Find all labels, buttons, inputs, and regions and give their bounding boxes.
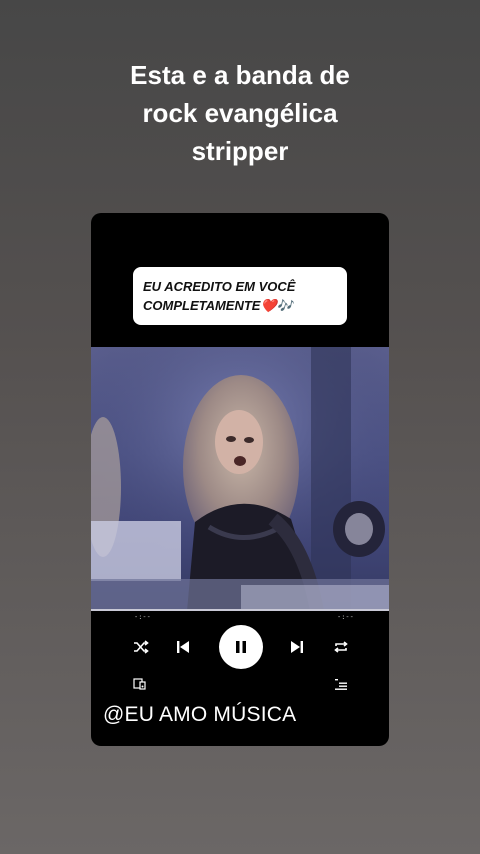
post-caption: Esta e a banda de rock evangélica stripp… <box>0 56 480 170</box>
next-icon[interactable] <box>285 625 309 669</box>
progress-bar[interactable] <box>91 609 389 611</box>
pause-icon <box>236 641 246 653</box>
repeat-icon[interactable] <box>329 625 353 669</box>
shuffle-icon[interactable] <box>129 625 153 669</box>
caption-line-2: rock evangélica <box>142 98 338 128</box>
caption-line-1: Esta e a banda de <box>130 60 350 90</box>
elapsed-time: -:-- <box>134 613 151 621</box>
channel-handle: @EU AMO MÚSICA <box>103 703 297 726</box>
performer-image <box>91 347 389 611</box>
pause-button[interactable] <box>219 625 263 669</box>
quote-line-2: COMPLETAMENTE❤️🎶 <box>143 298 293 313</box>
remaining-time: -:-- <box>337 613 354 621</box>
playback-controls <box>91 625 389 669</box>
previous-icon[interactable] <box>171 625 195 669</box>
queue-icon[interactable] <box>334 677 350 693</box>
quote-line-1: EU ACREDITO EM VOCÊ <box>143 279 296 294</box>
video-frame[interactable] <box>91 347 389 611</box>
caption-line-3: stripper <box>191 136 289 166</box>
quote-box: EU ACREDITO EM VOCÊ COMPLETAMENTE❤️🎶 <box>133 267 347 325</box>
devices-icon[interactable] <box>133 677 149 693</box>
music-player-card: EU ACREDITO EM VOCÊ COMPLETAMENTE❤️🎶 -:-… <box>91 213 389 746</box>
